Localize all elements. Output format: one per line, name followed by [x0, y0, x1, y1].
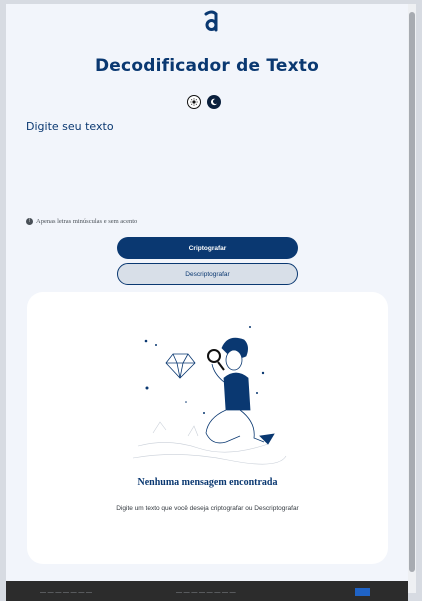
- footer: — — — — — — — — — — — — — — —: [6, 581, 408, 601]
- moon-icon: [211, 98, 217, 106]
- page-title: Decodificador de Texto: [95, 56, 319, 76]
- text-input[interactable]: [26, 118, 396, 218]
- hint-text: Apenas letras minúsculas e sem acento: [36, 218, 138, 225]
- dark-mode-button[interactable]: [207, 95, 221, 109]
- scrollbar-thumb[interactable]: [409, 12, 415, 572]
- info-icon: !: [26, 218, 33, 225]
- searching-illustration: [132, 326, 287, 465]
- empty-state-description: Digite um texto que você deseja criptogr…: [116, 505, 299, 512]
- encrypt-button[interactable]: Criptografar: [117, 237, 298, 259]
- empty-state-title: Nenhuma mensagem encontrada: [137, 477, 278, 488]
- input-hint: ! Apenas letras minúsculas e sem acento: [26, 218, 137, 225]
- sun-icon: [190, 98, 198, 106]
- scrollbar[interactable]: [408, 4, 416, 593]
- logo-icon: [204, 10, 218, 32]
- page: Decodificador de Texto ! Apenas letras m…: [6, 4, 408, 601]
- theme-toggle-group: [187, 95, 221, 109]
- footer-left-text: — — — — — — —: [40, 590, 93, 596]
- output-panel: Nenhuma mensagem encontrada Digite um te…: [27, 292, 388, 564]
- light-mode-button[interactable]: [187, 95, 201, 109]
- footer-mid-text: — — — — — — — —: [176, 590, 236, 596]
- footer-badge[interactable]: [355, 588, 370, 596]
- decrypt-button[interactable]: Descriptografar: [117, 263, 298, 285]
